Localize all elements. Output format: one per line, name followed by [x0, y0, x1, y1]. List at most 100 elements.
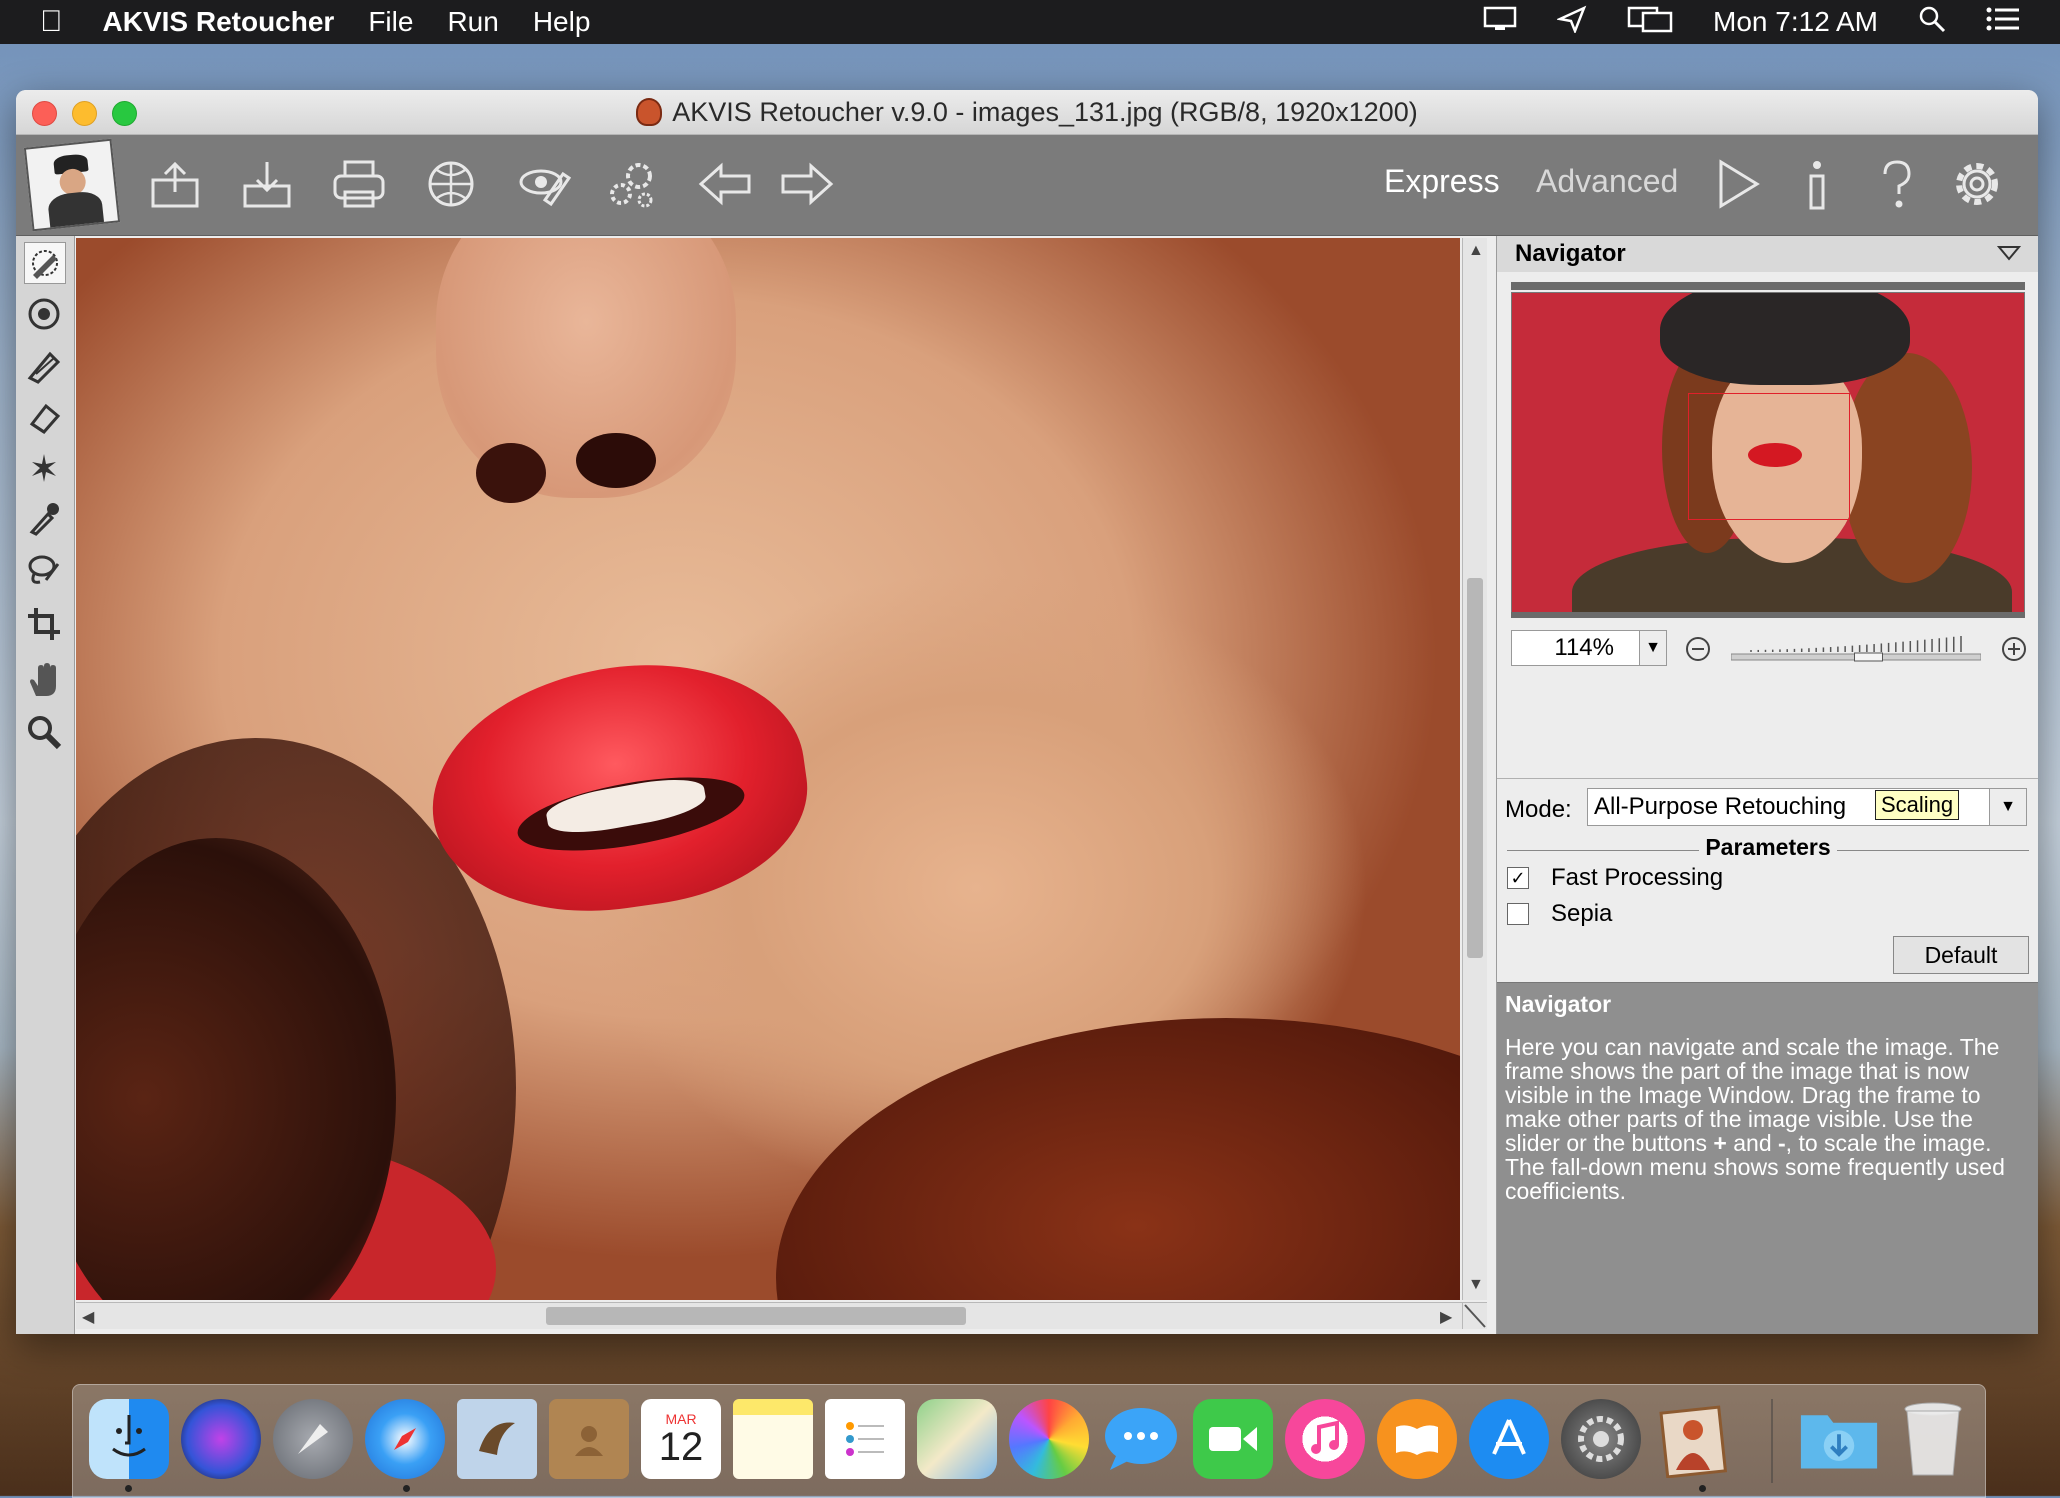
redo-icon[interactable]: [776, 153, 838, 215]
menu-run[interactable]: Run: [447, 6, 498, 38]
safari-icon[interactable]: [365, 1399, 445, 1479]
zoom-slider[interactable]: [1730, 636, 1982, 662]
help-title: Navigator: [1505, 991, 1612, 1017]
eraser-icon[interactable]: [24, 398, 64, 438]
app-store-icon[interactable]: [1469, 1399, 1549, 1479]
fast-processing-row[interactable]: ✓ Fast Processing: [1507, 864, 1723, 892]
menu-help[interactable]: Help: [533, 6, 591, 38]
undo-icon[interactable]: [694, 153, 756, 215]
downloads-folder-icon[interactable]: [1799, 1399, 1879, 1479]
finder-running-dot: [125, 1485, 132, 1492]
mode-dropdown-arrow[interactable]: ▼: [1989, 789, 2026, 825]
airdrop-icon[interactable]: [1555, 5, 1587, 40]
app-window: AKVIS Retoucher v.9.0 - images_131.jpg (…: [16, 90, 2038, 1334]
retouch-brush-icon[interactable]: [24, 242, 66, 284]
app-menu[interactable]: AKVIS Retoucher: [103, 6, 335, 38]
photos-icon[interactable]: [1009, 1399, 1089, 1479]
scroll-up-arrow[interactable]: ▲: [1468, 242, 1484, 260]
notes-icon[interactable]: [733, 1399, 813, 1479]
ibooks-icon[interactable]: [1377, 1399, 1457, 1479]
parameters-title: Parameters: [1497, 834, 2038, 861]
screen-recording-icon[interactable]: [1483, 5, 1517, 40]
siri-icon[interactable]: [181, 1399, 261, 1479]
preferences-icon[interactable]: [512, 153, 574, 215]
calendar-day: 12: [658, 1425, 704, 1469]
sepia-row[interactable]: Sepia: [1507, 900, 1612, 928]
lasso-icon[interactable]: [24, 550, 64, 590]
zoom-icon[interactable]: [24, 712, 64, 752]
menubar-clock[interactable]: Mon 7:12 AM: [1713, 6, 1878, 38]
akvis-retoucher-dock-icon[interactable]: [1653, 1399, 1733, 1479]
express-mode-button[interactable]: Express: [1384, 163, 1500, 200]
advanced-mode-button[interactable]: Advanced: [1536, 163, 1678, 200]
scroll-down-arrow[interactable]: ▼: [1468, 1276, 1484, 1294]
zoom-window-button[interactable]: [112, 101, 137, 126]
vertical-scroll-thumb[interactable]: [1467, 578, 1483, 958]
fast-processing-checkbox[interactable]: ✓: [1507, 867, 1529, 889]
panel-divider: [1497, 778, 2038, 779]
image-nostril-left: [476, 443, 546, 503]
title-bar[interactable]: AKVIS Retoucher v.9.0 - images_131.jpg (…: [16, 90, 2038, 135]
horizontal-scrollbar[interactable]: ◀ ▶: [76, 1302, 1462, 1329]
help-icon[interactable]: [1866, 153, 1928, 215]
apple-menu-icon[interactable]: : [40, 5, 63, 39]
clone-icon[interactable]: [24, 294, 64, 334]
save-icon[interactable]: [236, 153, 298, 215]
info-icon[interactable]: [1786, 153, 1848, 215]
mode-select[interactable]: All-Purpose Retouching ▼: [1587, 788, 2027, 826]
horizontal-scroll-thumb[interactable]: [546, 1307, 966, 1325]
batch-icon[interactable]: [602, 153, 664, 215]
facetime-icon[interactable]: [1193, 1399, 1273, 1479]
vertical-scrollbar[interactable]: ▲ ▼: [1462, 238, 1487, 1300]
share-icon[interactable]: [420, 153, 482, 215]
navigator-title: Navigator: [1515, 240, 1626, 267]
help-text: Here you can navigate and scale the imag…: [1505, 1034, 2005, 1204]
trash-icon[interactable]: [1893, 1399, 1973, 1479]
dock: MAR 12: [72, 1384, 1986, 1498]
minimize-window-button[interactable]: [72, 101, 97, 126]
zoom-dropdown-button[interactable]: ▼: [1639, 630, 1667, 666]
sepia-checkbox[interactable]: [1507, 903, 1529, 925]
scroll-left-arrow[interactable]: ◀: [82, 1307, 94, 1327]
scroll-right-arrow[interactable]: ▶: [1440, 1307, 1452, 1327]
finder-icon[interactable]: [89, 1399, 169, 1479]
crop-icon[interactable]: [24, 604, 64, 644]
default-button[interactable]: Default: [1893, 936, 2029, 974]
hand-icon[interactable]: [24, 660, 64, 700]
run-icon[interactable]: [1706, 153, 1768, 215]
print-icon[interactable]: [328, 153, 390, 215]
navigator-view-frame[interactable]: [1688, 393, 1850, 520]
spotlight-search-icon[interactable]: [1918, 5, 1946, 40]
pipette-icon[interactable]: [24, 498, 64, 538]
image-shadow-region: [776, 1018, 1460, 1300]
sepia-label: Sepia: [1551, 900, 1613, 927]
navigator-preview[interactable]: [1511, 292, 2025, 614]
zoom-out-icon[interactable]: [1685, 636, 1711, 667]
zoom-in-icon[interactable]: [2001, 636, 2027, 667]
notification-center-icon[interactable]: [1986, 6, 2020, 39]
settings-icon[interactable]: [1946, 153, 2008, 215]
menu-file[interactable]: File: [368, 6, 413, 38]
display-mirroring-icon[interactable]: [1627, 5, 1673, 40]
calendar-icon[interactable]: MAR 12: [641, 1399, 721, 1479]
close-window-button[interactable]: [32, 101, 57, 126]
zoom-slider-thumb: [1854, 652, 1883, 662]
reminders-icon[interactable]: [825, 1399, 905, 1479]
contacts-icon[interactable]: [549, 1399, 629, 1479]
itunes-icon[interactable]: [1285, 1399, 1365, 1479]
open-icon[interactable]: [144, 153, 206, 215]
scaling-tooltip: Scaling: [1875, 790, 1960, 820]
resize-corner[interactable]: [1462, 1302, 1487, 1329]
collapse-navigator-icon[interactable]: [1996, 242, 2022, 270]
maps-icon[interactable]: [917, 1399, 997, 1479]
messages-icon[interactable]: [1101, 1399, 1181, 1479]
mode-value: All-Purpose Retouching: [1594, 793, 1847, 820]
system-preferences-icon[interactable]: [1561, 1399, 1641, 1479]
mail-icon[interactable]: [457, 1399, 537, 1479]
safari-running-dot: [403, 1485, 410, 1492]
launchpad-icon[interactable]: [273, 1399, 353, 1479]
image-window[interactable]: [76, 238, 1460, 1300]
navigator-header[interactable]: Navigator: [1497, 236, 2038, 272]
chameleon-brush-icon[interactable]: [24, 346, 64, 386]
magic-wand-icon[interactable]: [24, 448, 64, 488]
